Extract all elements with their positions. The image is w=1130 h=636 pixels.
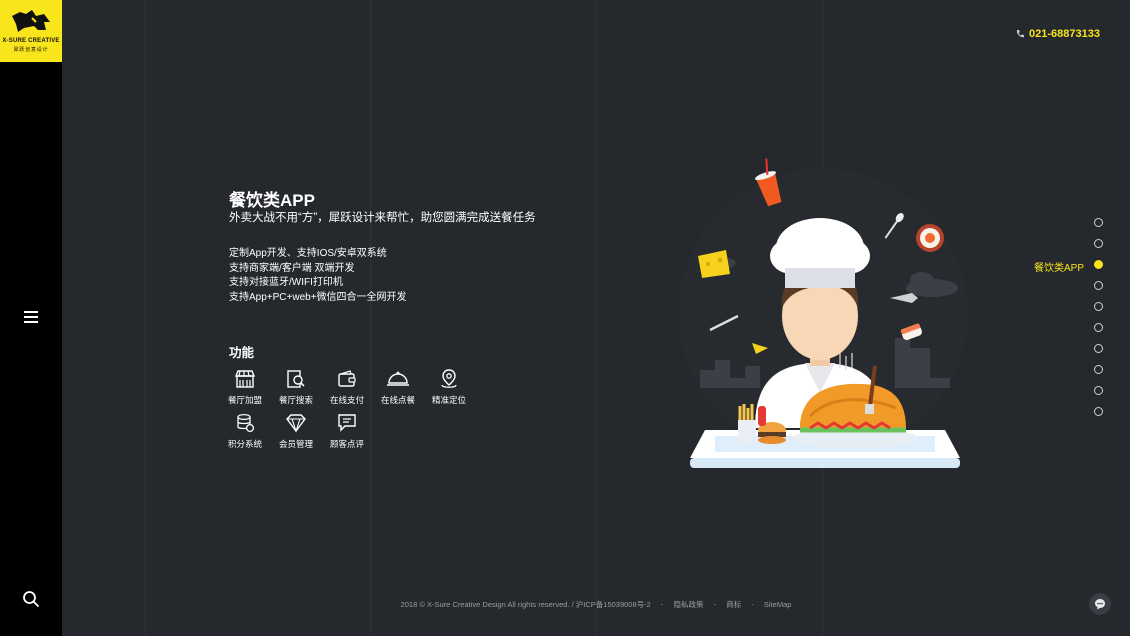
feature-label: 精准定位 [431,395,466,405]
left-rail: X-SURE CREATIVE 犀跃创意设计 [0,0,62,636]
guide-line [370,0,371,636]
page-subtitle: 外卖大战不用“方”，犀跃设计来帮忙，助您圆满完成送餐任务 [229,212,536,224]
chef-illustration [678,158,968,468]
cloche-icon [387,371,409,386]
feature-reviews[interactable]: 顾客点评 [324,412,370,450]
privacy-link[interactable]: 隐私政策 [674,600,704,609]
coins-icon [237,413,255,433]
desc-line: 支持商家端/客户端 双端开发 [229,262,355,274]
trademark-link[interactable]: 商标 [726,600,741,609]
logo-text: X-SURE CREATIVE [2,38,60,44]
phone-contact[interactable]: 021-68873133 [1015,28,1100,40]
feature-label: 积分系统 [227,439,262,449]
rhino-logo-icon [12,10,50,32]
section-dot-active[interactable] [1094,260,1103,269]
logo[interactable]: X-SURE CREATIVE 犀跃创意设计 [0,0,62,62]
section-dot[interactable] [1094,407,1103,416]
feature-label: 顾客点评 [329,439,364,449]
feature-location[interactable]: 精准定位 [426,368,472,406]
comment-icon [338,414,356,432]
page: X-SURE CREATIVE 犀跃创意设计 021-68873133 餐饮类A… [0,0,1130,636]
feature-label: 在线支付 [329,395,364,405]
chat-button[interactable] [1089,593,1111,615]
section-dot[interactable] [1094,218,1103,227]
footer-separator: - [660,600,664,609]
location-pin-icon [441,369,457,388]
desc-line: 定制App开发、支持IOS/安卓双系统 [229,248,387,259]
menu-icon[interactable] [24,311,38,323]
feature-label: 餐厅加盟 [227,395,262,405]
desc-line: 支持对接蓝牙/WIFI打印机 [229,277,343,288]
feature-label: 餐厅搜索 [278,395,313,405]
guide-line [596,0,597,636]
sitemap-link[interactable]: SiteMap [764,600,792,609]
logo-subtext: 犀跃创意设计 [13,47,49,53]
feature-membership[interactable]: 会员管理 [273,412,319,450]
footer-separator: - [751,600,754,609]
guide-line [145,0,146,636]
features-title: 功能 [229,346,255,360]
section-dot[interactable] [1094,302,1103,311]
chat-bubble-icon [1095,599,1105,610]
feature-online-pay[interactable]: 在线支付 [324,368,370,406]
footer-separator: - [713,600,717,609]
section-dot[interactable] [1094,386,1103,395]
feature-points[interactable]: 积分系统 [222,412,268,450]
feature-restaurant-search[interactable]: 餐厅搜索 [273,368,319,406]
diamond-icon [286,414,306,433]
search-document-icon [287,370,305,388]
active-section-label: 餐饮类APP [1033,263,1084,274]
desc-line: 支持App+PC+web+微信四合一全网开发 [229,291,407,303]
feature-description: 定制App开发、支持IOS/安卓双系统 支持商家端/客户端 双端开发 支持对接蓝… [229,247,407,305]
phone-icon [1016,30,1025,38]
phone-number: 021-68873133 [1029,28,1100,40]
page-title: 餐饮类APP [229,191,315,210]
feature-online-order[interactable]: 在线点餐 [375,368,421,406]
feature-label: 会员管理 [278,439,313,449]
feature-restaurant-join[interactable]: 餐厅加盟 [222,368,268,406]
section-dot[interactable] [1094,323,1103,332]
wallet-icon [338,370,356,387]
copyright-text: 2018 © X-Sure Creative Design All rights… [400,600,651,609]
section-dot[interactable] [1094,281,1103,290]
section-dot[interactable] [1094,365,1103,374]
storefront-icon [234,370,256,388]
section-dot[interactable] [1094,239,1103,248]
section-dot[interactable] [1094,344,1103,353]
footer: 2018 © X-Sure Creative Design All rights… [0,599,1130,610]
feature-label: 在线点餐 [380,395,415,405]
